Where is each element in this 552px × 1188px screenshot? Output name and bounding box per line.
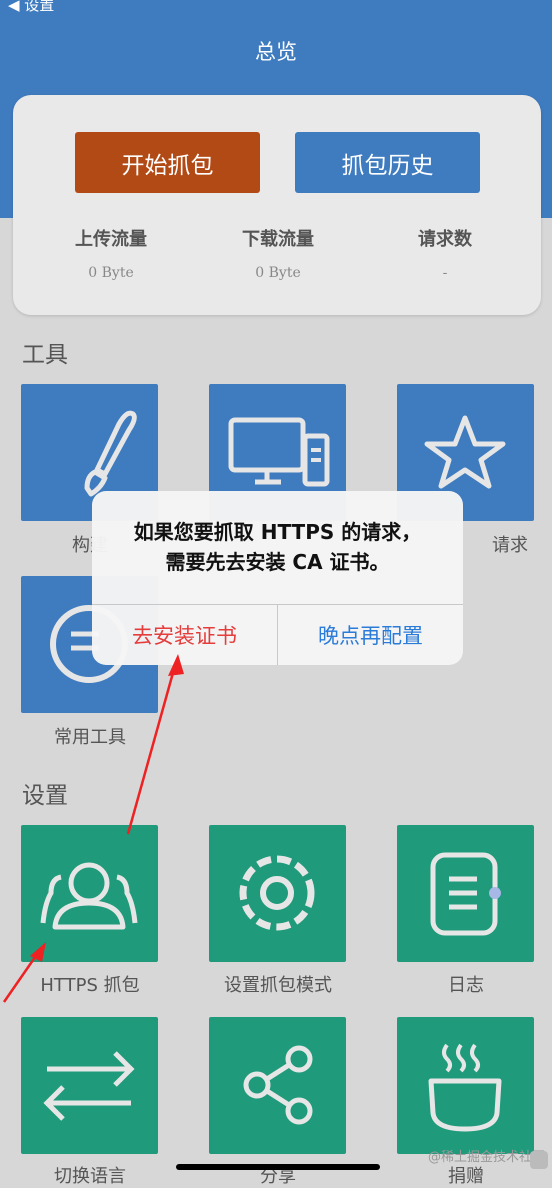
arrow-head-to-install <box>168 654 184 676</box>
annotation-arrows <box>2 654 184 1003</box>
watermark-text: @稀土掘金技术社区 <box>428 1150 546 1165</box>
home-indicator <box>176 1164 380 1170</box>
watermark-logo-icon <box>530 1151 548 1169</box>
arrow-line-to-install <box>126 661 178 835</box>
